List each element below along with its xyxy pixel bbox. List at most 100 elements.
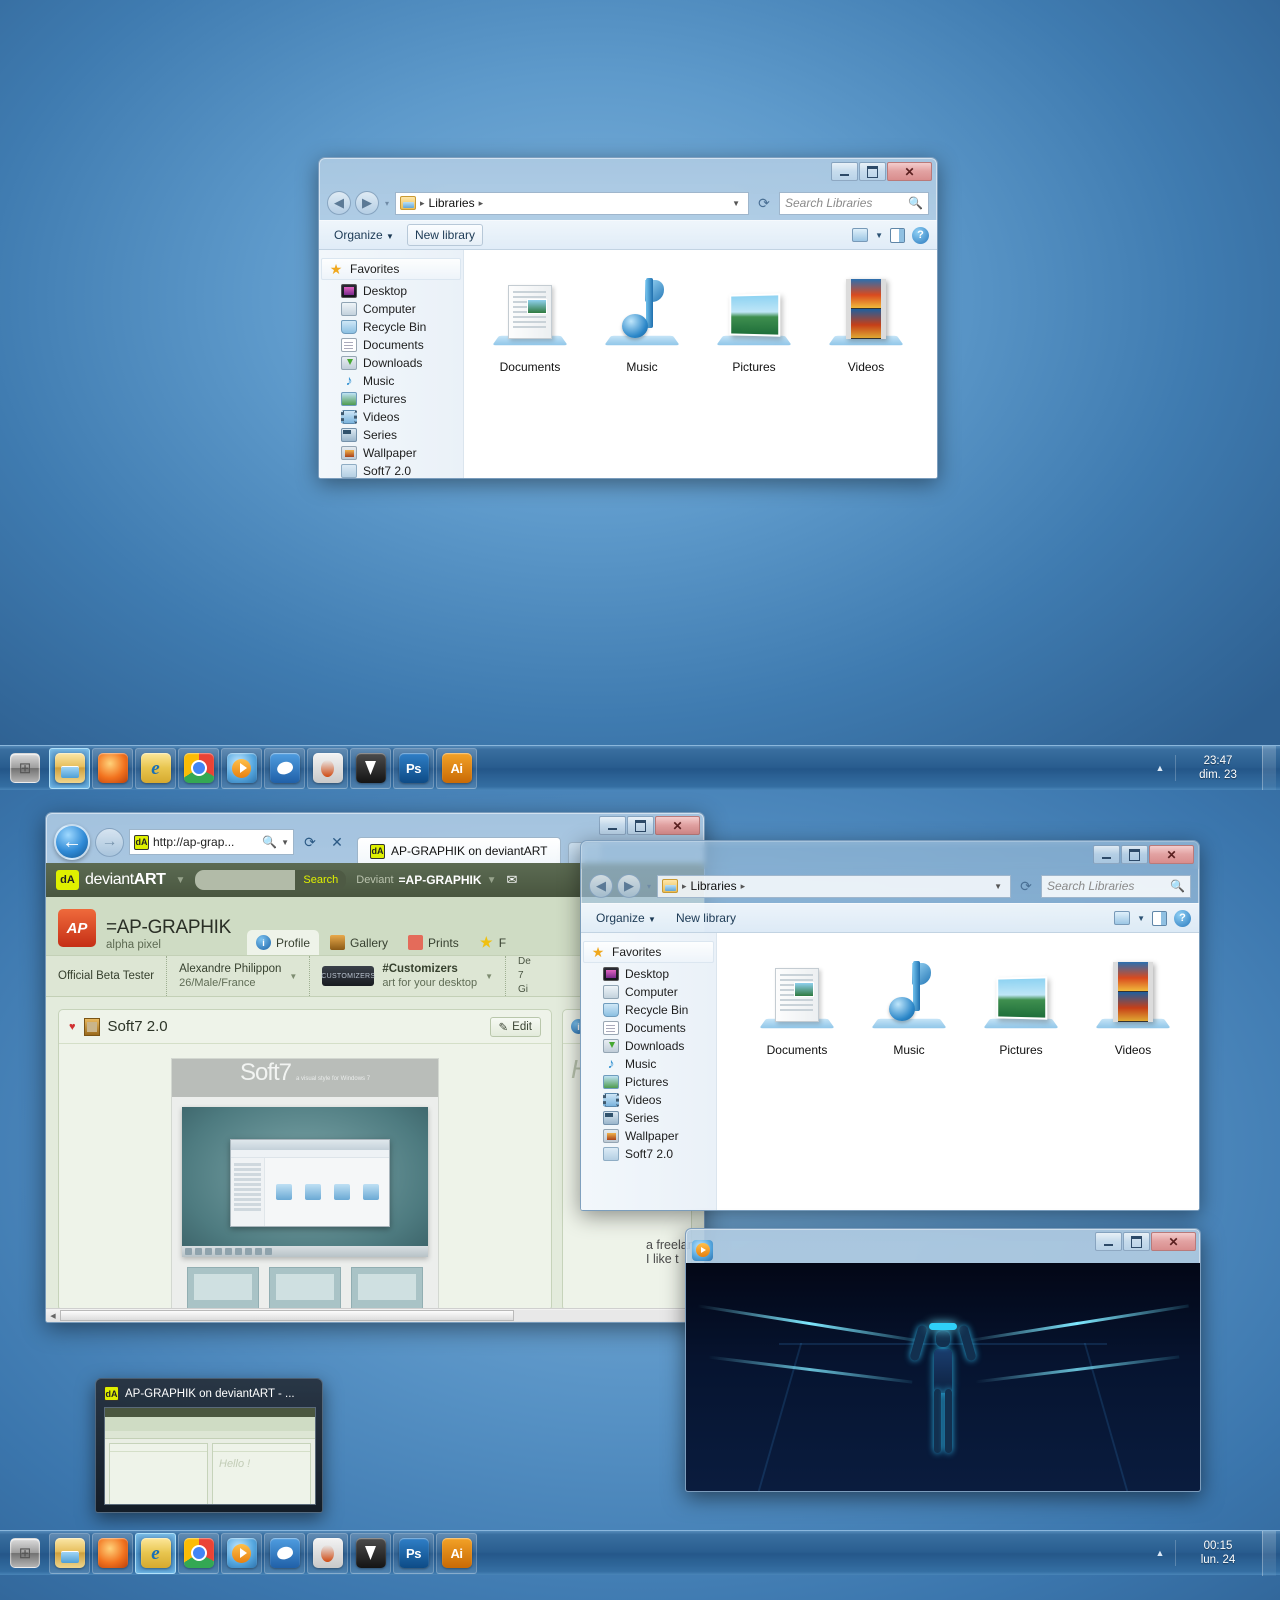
refresh-icon-2[interactable]: ⟳ bbox=[1015, 875, 1037, 898]
taskbar-bottom[interactable]: ⊞ ePsAi ▲ 00:15 lun. 24 bbox=[0, 1530, 1280, 1575]
preview-pane-icon-2[interactable] bbox=[1152, 911, 1167, 926]
taskbar-button-chrome[interactable] bbox=[178, 1533, 219, 1574]
address-bar[interactable]: ▸ Libraries ▸ ▼ bbox=[395, 192, 749, 215]
view-dropdown-icon[interactable]: ▼ bbox=[875, 231, 883, 240]
show-hidden-icons-icon[interactable]: ▲ bbox=[1149, 753, 1171, 783]
forward-button[interactable]: ▶ bbox=[355, 191, 379, 215]
meta-identity[interactable]: Alexandre Philippon 26/Male/France ▼ bbox=[167, 956, 310, 996]
da-deviant-info[interactable]: Deviant =AP-GRAPHIK ▼ bbox=[356, 873, 496, 887]
taskbar-button-explorer[interactable] bbox=[49, 748, 90, 789]
nav-item-wallpaper[interactable]: Wallpaper bbox=[581, 1127, 716, 1145]
wmp-titlebar[interactable]: ✕ bbox=[686, 1229, 1200, 1237]
soft7-preview-image[interactable]: Soft7 a visual style for Windows 7 bbox=[171, 1058, 439, 1308]
nav-item-computer[interactable]: Computer bbox=[319, 300, 463, 318]
help-icon[interactable]: ? bbox=[912, 227, 929, 244]
taskbar-button-opera[interactable] bbox=[307, 748, 348, 789]
ie-back-button[interactable]: ← bbox=[54, 824, 90, 860]
taskbar-button-dark-app[interactable] bbox=[350, 748, 391, 789]
nav-item-wallpaper[interactable]: Wallpaper bbox=[319, 444, 463, 462]
page-horizontal-scrollbar[interactable]: ◀ ▶ bbox=[46, 1308, 704, 1322]
nav-item-downloads[interactable]: Downloads bbox=[319, 354, 463, 372]
nav-item-videos[interactable]: Videos bbox=[319, 408, 463, 426]
window-controls-2[interactable]: ✕ bbox=[1093, 845, 1194, 864]
ie-address-bar[interactable]: dA http://ap-grap... 🔍 ▼ bbox=[129, 829, 294, 855]
nav-item-recycle-bin[interactable]: Recycle Bin bbox=[319, 318, 463, 336]
ie-refresh-icon[interactable]: ⟳ bbox=[299, 829, 321, 855]
edit-button[interactable]: ✎ Edit bbox=[490, 1017, 541, 1037]
ie-close-button[interactable]: ✕ bbox=[655, 816, 700, 835]
taskbar-button-wmp[interactable] bbox=[221, 748, 262, 789]
nav-item-desktop[interactable]: Desktop bbox=[581, 965, 716, 983]
window-controls[interactable]: ✕ bbox=[831, 162, 932, 181]
video-surface[interactable] bbox=[686, 1263, 1200, 1491]
view-dropdown-icon-2[interactable]: ▼ bbox=[1137, 914, 1145, 923]
minimize-button[interactable] bbox=[831, 162, 858, 181]
taskbar-button-opera[interactable] bbox=[307, 1533, 348, 1574]
show-hidden-icons-icon[interactable]: ▲ bbox=[1149, 1538, 1171, 1568]
wmp-close-button[interactable]: ✕ bbox=[1151, 1232, 1196, 1251]
address-dropdown-icon-2[interactable]: ▼ bbox=[990, 882, 1006, 891]
nav-item-series[interactable]: Series bbox=[319, 426, 463, 444]
close-button-2[interactable]: ✕ bbox=[1149, 845, 1194, 864]
recent-pages-dropdown-2[interactable]: ▾ bbox=[645, 882, 653, 891]
profile-tab-f[interactable]: ★F bbox=[470, 930, 515, 955]
ie-titlebar[interactable]: ✕ bbox=[46, 813, 704, 821]
site-menu-dropdown-icon[interactable]: ▼ bbox=[175, 875, 185, 886]
back-button-2[interactable]: ◀ bbox=[589, 874, 613, 898]
taskbar-button-dark-app[interactable] bbox=[350, 1533, 391, 1574]
ie-address-dropdown-icon[interactable]: ▼ bbox=[281, 838, 289, 847]
taskbar-button-chrome[interactable] bbox=[178, 748, 219, 789]
show-desktop-button[interactable] bbox=[1262, 1531, 1276, 1576]
forward-button-2[interactable]: ▶ bbox=[617, 874, 641, 898]
clock-bottom[interactable]: 00:15 lun. 24 bbox=[1180, 1539, 1258, 1567]
library-item-music[interactable]: Music bbox=[586, 264, 698, 374]
scroll-track[interactable] bbox=[60, 1310, 690, 1321]
taskbar-thumbnail-preview[interactable]: dA AP-GRAPHIK on deviantART - ... Hello … bbox=[95, 1378, 323, 1513]
library-item-pictures[interactable]: Pictures bbox=[698, 264, 810, 374]
taskbar-button-wmp[interactable] bbox=[221, 1533, 262, 1574]
wmp-minimize-button[interactable] bbox=[1095, 1232, 1122, 1251]
nav-header-favorites-2[interactable]: ★ Favorites bbox=[583, 941, 714, 963]
taskbar-button-firefox[interactable] bbox=[92, 1533, 133, 1574]
address-dropdown-icon[interactable]: ▼ bbox=[728, 199, 744, 208]
thumbnail-image[interactable]: Hello ! bbox=[104, 1407, 316, 1505]
preview-pane-icon[interactable] bbox=[890, 228, 905, 243]
library-item-documents[interactable]: Documents bbox=[474, 264, 586, 374]
explorer-window-2[interactable]: ✕ ◀ ▶ ▾ ▸ Libraries ▸ ▼ ⟳ Search Librari… bbox=[580, 840, 1200, 1211]
group-dropdown-icon[interactable]: ▼ bbox=[485, 972, 493, 981]
breadcrumb-separator-2[interactable]: ▸ bbox=[479, 198, 484, 209]
deviant-dropdown-icon[interactable]: ▼ bbox=[487, 875, 497, 886]
breadcrumb-libraries-2[interactable]: Libraries bbox=[691, 879, 737, 893]
browser-tab[interactable]: dA AP-GRAPHIK on deviantART bbox=[357, 837, 561, 864]
scroll-left-icon[interactable]: ◀ bbox=[46, 1309, 60, 1323]
ie-window-controls[interactable]: ✕ bbox=[599, 816, 700, 835]
da-search-button[interactable]: Search bbox=[295, 870, 346, 890]
library-item-videos[interactable]: Videos bbox=[810, 264, 922, 374]
nav-item-series[interactable]: Series bbox=[581, 1109, 716, 1127]
da-search[interactable]: Search bbox=[195, 870, 346, 890]
nav-item-documents[interactable]: Documents bbox=[581, 1019, 716, 1037]
meta-group[interactable]: CUSTOMIZERS #Customizers art for your de… bbox=[310, 956, 506, 996]
help-icon-2[interactable]: ? bbox=[1174, 910, 1191, 927]
library-item-videos[interactable]: Videos bbox=[1077, 947, 1189, 1057]
nav-item-downloads[interactable]: Downloads bbox=[581, 1037, 716, 1055]
ie-search-icon[interactable]: 🔍 bbox=[262, 835, 277, 849]
deviantart-logo[interactable]: dA deviantART bbox=[56, 870, 165, 890]
ie-maximize-button[interactable] bbox=[627, 816, 654, 835]
nav-item-documents[interactable]: Documents bbox=[319, 336, 463, 354]
taskbar-button-photoshop[interactable]: Ps bbox=[393, 748, 434, 789]
address-bar-2[interactable]: ▸ Libraries ▸ ▼ bbox=[657, 875, 1011, 898]
wmp-window-controls[interactable]: ✕ bbox=[1095, 1232, 1196, 1251]
breadcrumb-separator-2[interactable]: ▸ bbox=[741, 881, 746, 892]
new-library-button[interactable]: New library bbox=[407, 224, 483, 246]
taskbar-button-explorer[interactable] bbox=[49, 1533, 90, 1574]
messages-icon[interactable]: ✉ bbox=[506, 872, 517, 888]
taskbar-button-illustrator[interactable]: Ai bbox=[436, 1533, 477, 1574]
nav-item-pictures[interactable]: Pictures bbox=[581, 1073, 716, 1091]
profile-tab-profile[interactable]: iProfile bbox=[247, 930, 319, 955]
taskbar-button-thunderbird[interactable] bbox=[264, 748, 305, 789]
nav-item-computer[interactable]: Computer bbox=[581, 983, 716, 1001]
da-search-input[interactable] bbox=[195, 870, 295, 890]
recent-pages-dropdown[interactable]: ▾ bbox=[383, 199, 391, 208]
library-item-pictures[interactable]: Pictures bbox=[965, 947, 1077, 1057]
